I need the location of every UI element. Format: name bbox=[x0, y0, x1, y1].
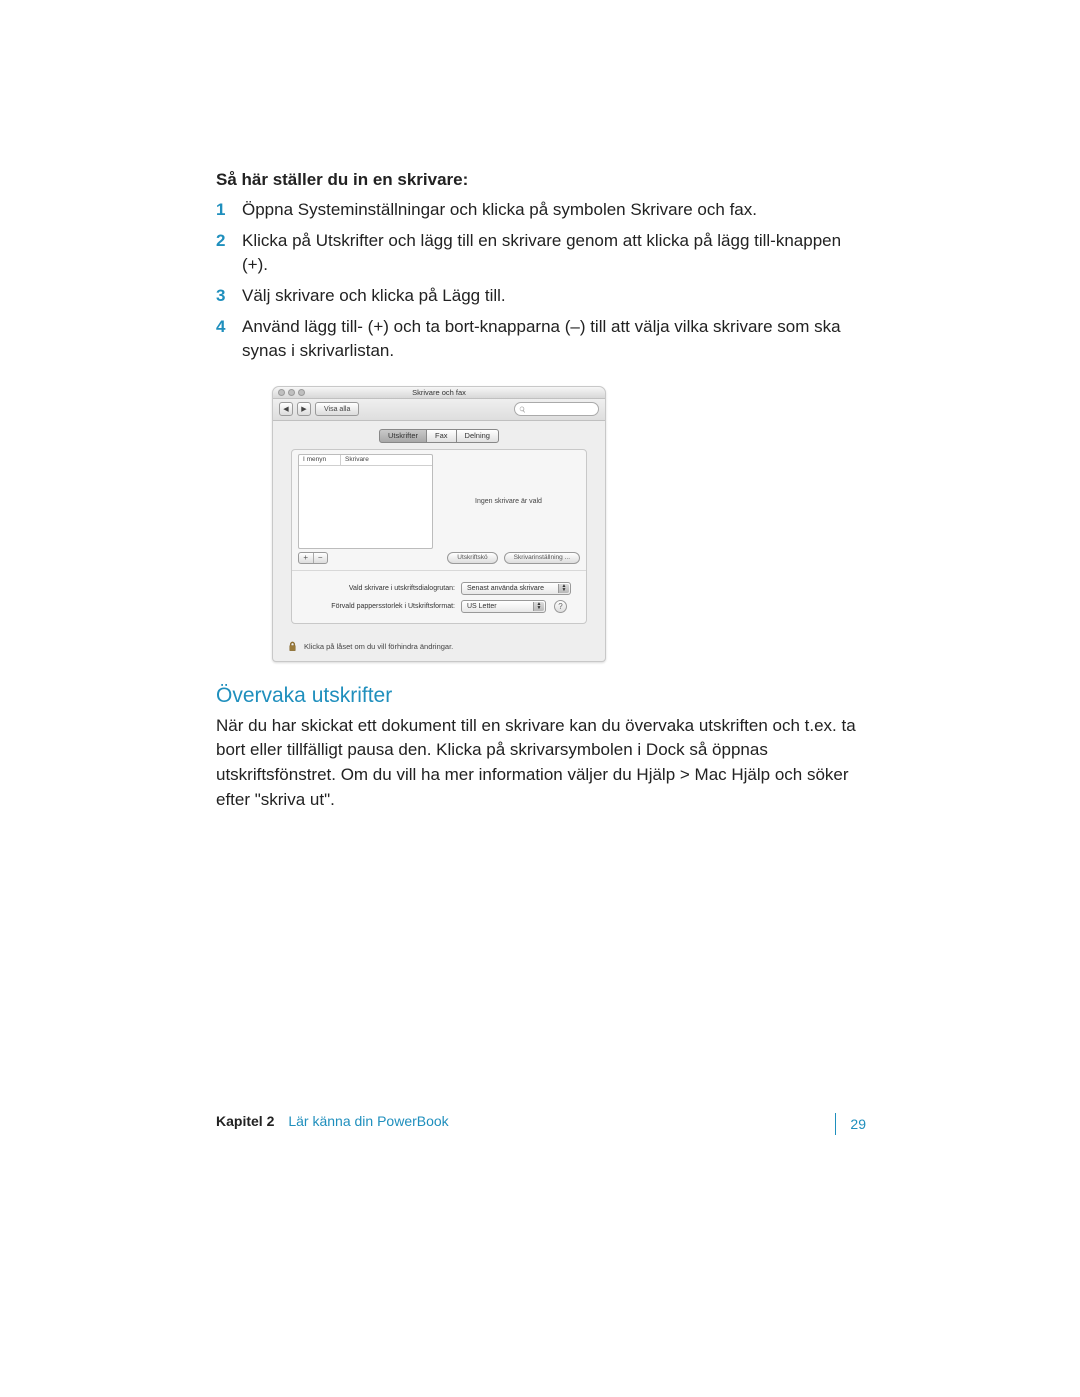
content-panel: I menyn Skrivare Ingen skrivare är vald … bbox=[291, 449, 587, 624]
help-button[interactable]: ? bbox=[554, 600, 567, 613]
lock-row[interactable]: Klicka på låset om du vill förhindra änd… bbox=[273, 636, 605, 661]
monitor-heading: Övervaka utskrifter bbox=[216, 684, 865, 708]
tab-bar: Utskrifter Fax Delning bbox=[273, 421, 605, 449]
col-menu: I menyn bbox=[299, 455, 341, 465]
chevron-updown-icon: ▲▼ bbox=[558, 584, 569, 593]
nav-forward-button[interactable]: ▶ bbox=[297, 402, 311, 416]
window-titlebar: Skrivare och fax bbox=[273, 387, 605, 399]
detail-pane: Ingen skrivare är vald bbox=[437, 454, 580, 549]
default-printer-label: Vald skrivare i utskriftsdialogrutan: bbox=[300, 585, 455, 592]
col-printer: Skrivare bbox=[341, 455, 373, 465]
step-3: Välj skrivare och klicka på Lägg till. bbox=[216, 284, 865, 309]
add-remove-buttons[interactable]: + − bbox=[298, 552, 328, 564]
window-toolbar: ◀ ▶ Visa alla bbox=[273, 399, 605, 421]
setup-steps: Öppna Systeminställningar och klicka på … bbox=[216, 198, 865, 364]
printer-setup-button[interactable]: Skrivarinställning ... bbox=[504, 552, 580, 564]
paper-size-select[interactable]: US Letter ▲▼ bbox=[461, 600, 546, 613]
add-button[interactable]: + bbox=[299, 553, 314, 563]
default-printer-select[interactable]: Senast använda skrivare ▲▼ bbox=[461, 582, 571, 595]
traffic-lights[interactable] bbox=[278, 389, 305, 396]
lock-icon bbox=[287, 640, 298, 653]
footer-chapter: Kapitel 2 bbox=[216, 1113, 274, 1135]
paper-size-label: Förvald pappersstorlek i Utskriftsformat… bbox=[300, 603, 455, 610]
prefs-window: Skrivare och fax ◀ ▶ Visa alla Utskrifte… bbox=[272, 386, 606, 662]
search-icon bbox=[519, 406, 526, 413]
search-input[interactable] bbox=[514, 402, 599, 416]
setup-heading: Så här ställer du in en skrivare: bbox=[216, 170, 865, 190]
tab-fax[interactable]: Fax bbox=[426, 429, 457, 443]
tab-share[interactable]: Delning bbox=[456, 429, 499, 443]
printer-list[interactable]: I menyn Skrivare bbox=[298, 454, 433, 549]
footer-title: Lär känna din PowerBook bbox=[288, 1113, 448, 1135]
step-1: Öppna Systeminställningar och klicka på … bbox=[216, 198, 865, 223]
nav-back-button[interactable]: ◀ bbox=[279, 402, 293, 416]
lock-text: Klicka på låset om du vill förhindra änd… bbox=[304, 642, 453, 651]
chevron-updown-icon: ▲▼ bbox=[533, 602, 544, 611]
monitor-body: När du har skickat ett dokument till en … bbox=[216, 714, 865, 813]
window-title: Skrivare och fax bbox=[412, 388, 466, 397]
page-footer: Kapitel 2 Lär känna din PowerBook 29 bbox=[216, 1113, 866, 1135]
page-number: 29 bbox=[835, 1113, 866, 1135]
show-all-button[interactable]: Visa alla bbox=[315, 402, 359, 416]
print-queue-button[interactable]: Utskriftskö bbox=[447, 552, 497, 564]
step-4: Använd lägg till- (+) och ta bort-knappa… bbox=[216, 315, 865, 364]
step-2: Klicka på Utskrifter och lägg till en sk… bbox=[216, 229, 865, 278]
tab-print[interactable]: Utskrifter bbox=[379, 429, 427, 443]
remove-button[interactable]: − bbox=[314, 553, 328, 563]
